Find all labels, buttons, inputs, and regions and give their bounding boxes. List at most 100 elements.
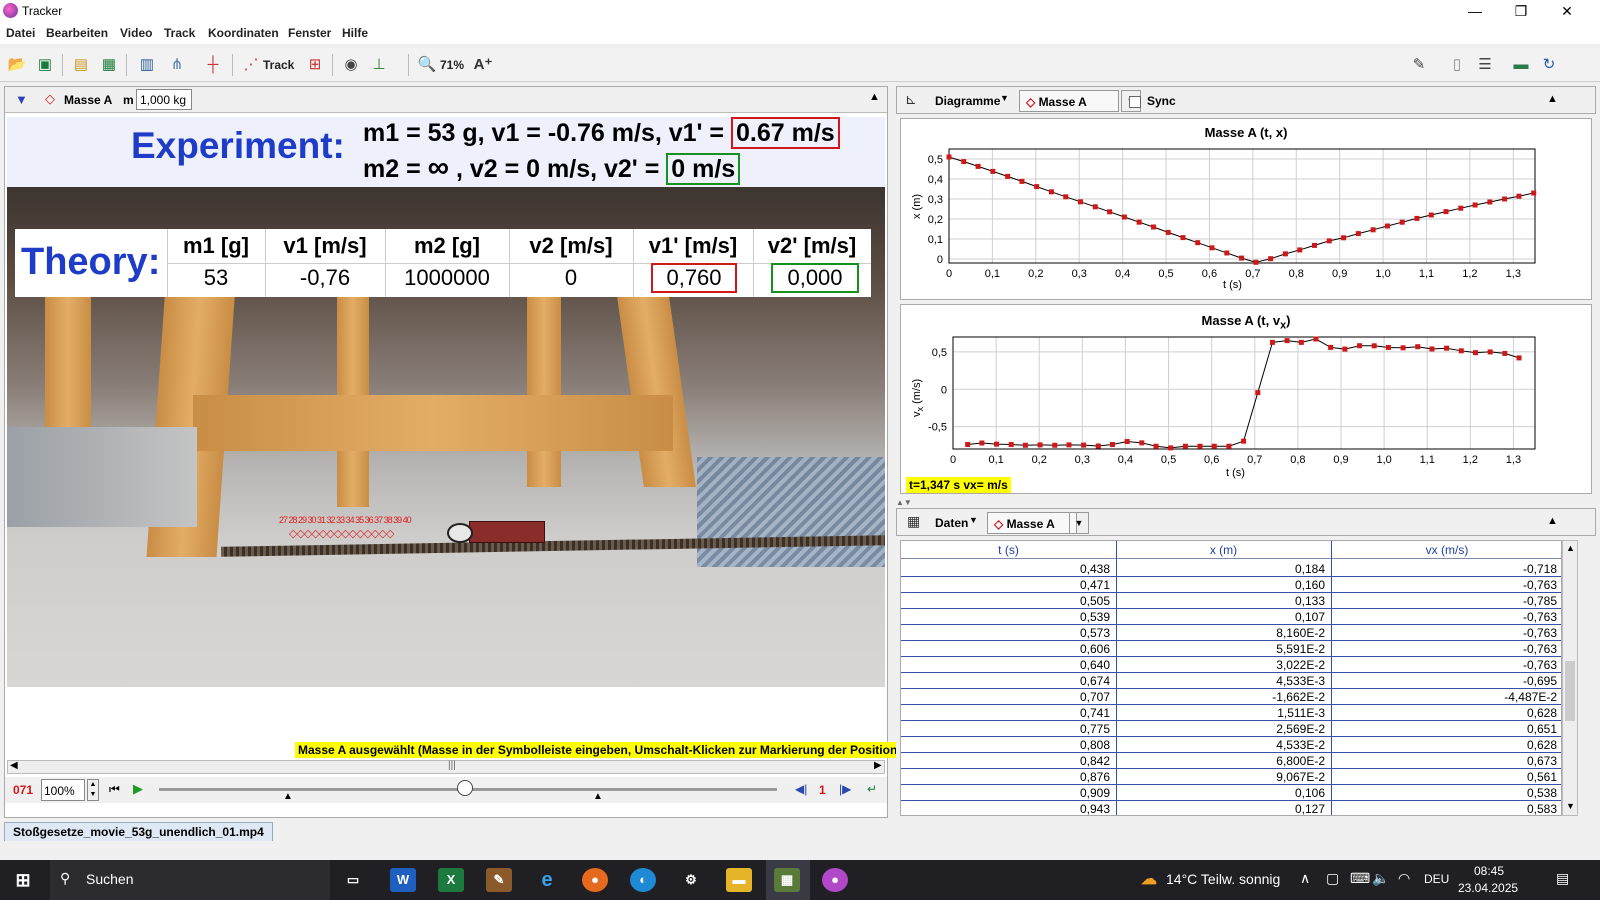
pencil-icon[interactable]: ✎ [1408, 54, 1430, 76]
data-track-dropdown[interactable]: ◇ Masse A [987, 512, 1077, 534]
volume-icon[interactable]: 🔈 [1372, 870, 1389, 887]
table-row[interactable]: 0,707 -1,662E-2 -4,487E-2 [901, 689, 1561, 705]
panel-splitter[interactable]: ▲▼ [896, 498, 1596, 507]
rate-spinner[interactable]: ▲ ▼ [87, 779, 99, 801]
reset-icon[interactable]: ⏮ [109, 782, 120, 797]
weather-icon[interactable]: ☁ [1136, 868, 1162, 892]
start-marker-icon[interactable]: ▲ [283, 791, 293, 802]
export-icon[interactable]: ▦ [98, 54, 120, 76]
tracker-logo-icon[interactable]: ● [822, 868, 848, 892]
zoom-icon[interactable]: 🔍 [416, 54, 438, 76]
clock-time[interactable]: 08:45 [1474, 864, 1504, 878]
ime-icon[interactable]: ⌨ [1350, 870, 1370, 887]
task-view-icon[interactable]: ▭ [340, 868, 366, 892]
scroll-right-icon[interactable]: ▶ [874, 760, 882, 771]
language-indicator[interactable]: DEU [1424, 872, 1449, 886]
open-folder-icon[interactable]: 📂 [6, 54, 28, 76]
position-plot[interactable]: Masse A (t, x) x (m) 0 0,1 0,2 0,3 0,4 0,5 0,6… [900, 118, 1592, 300]
calibration-tools-icon[interactable]: ⋔ [166, 54, 188, 76]
scroll-left-icon[interactable]: ◀ [10, 760, 18, 771]
menu-track[interactable]: Track [164, 26, 195, 40]
properties-icon[interactable]: ☰ [1474, 54, 1496, 76]
table-row[interactable]: 0,775 2,569E-2 0,651 [901, 721, 1561, 737]
menu-video[interactable]: Video [120, 26, 152, 40]
scroll-up-icon[interactable]: ▲ [1566, 543, 1575, 553]
loop-icon[interactable]: ↵ [867, 782, 877, 796]
scroll-thumb[interactable]: ||| [448, 760, 456, 771]
chevron-down-icon[interactable]: ▼ [1069, 512, 1089, 534]
table-row[interactable]: 0,539 0,107 -0,763 [901, 609, 1561, 625]
internet-explorer-icon[interactable]: e [534, 868, 560, 892]
step-forward-icon[interactable]: |▶ [839, 782, 851, 796]
word-icon[interactable]: W [390, 868, 416, 892]
search-box[interactable]: ⚲ Suchen [50, 860, 330, 900]
font-size-icon[interactable]: A⁺ [472, 54, 494, 76]
play-icon[interactable]: ▶ [133, 781, 143, 797]
file-explorer-icon[interactable]: ▬ [726, 868, 752, 892]
data-table[interactable]: t (s) x (m) vx (m/s) 0,438 0,184 -0,718 0,4… [900, 540, 1562, 816]
track-button[interactable]: Track [263, 58, 294, 72]
collapse-icon[interactable]: ▲ [869, 91, 880, 103]
table-row[interactable]: 0,438 0,184 -0,718 [901, 561, 1561, 577]
excel-icon[interactable]: X [438, 868, 464, 892]
table-row[interactable]: 0,741 1,511E-3 0,628 [901, 705, 1561, 721]
column-header-x[interactable]: x (m) [1116, 541, 1331, 559]
refresh-icon[interactable]: ↻ [1538, 54, 1560, 76]
plot-track-dropdown[interactable]: ◇ Masse A [1019, 90, 1119, 112]
step-size[interactable]: 1 [819, 783, 826, 797]
file-tab[interactable]: Stoßgesetze_movie_53g_unendlich_01.mp4 [4, 822, 273, 841]
close-button[interactable]: ✕ [1544, 0, 1590, 22]
clock-date[interactable]: 23.04.2025 [1458, 881, 1518, 895]
zoom-level[interactable]: 71% [440, 58, 464, 72]
windows-start-icon[interactable]: ⊞ [10, 868, 36, 892]
menu-hilfe[interactable]: Hilfe [342, 26, 368, 40]
table-row[interactable]: 0,876 9,067E-2 0,561 [901, 769, 1561, 785]
wifi-icon[interactable]: ◠ [1398, 870, 1410, 887]
horizontal-scrollbar[interactable]: ◀ ||| ▶ [7, 760, 885, 774]
eye-icon[interactable]: ◉ [340, 54, 362, 76]
notifications-icon[interactable]: ▤ [1556, 870, 1569, 887]
menu-bearbeiten[interactable]: Bearbeiten [46, 26, 108, 40]
menu-datei[interactable]: Datei [6, 26, 35, 40]
edge-icon[interactable]: ◐ [630, 868, 656, 892]
scroll-thumb[interactable] [1565, 661, 1575, 721]
table-row[interactable]: 0,505 0,133 -0,785 [901, 593, 1561, 609]
track-markers[interactable]: ◇◇◇◇◇◇◇◇◇◇◇◇◇◇ [289, 527, 394, 540]
scroll-down-icon[interactable]: ▼ [1566, 801, 1575, 811]
playback-slider-thumb[interactable] [457, 780, 473, 796]
track-dropdown-icon[interactable]: ▼ [15, 92, 28, 107]
velocity-plot[interactable]: Masse A (t, vx) vx (m/s) 0 0,1 0,2 0,3 0,4 0,… [900, 304, 1592, 494]
column-header-t[interactable]: t (s) [901, 541, 1116, 559]
axes-icon[interactable]: ┼ [202, 54, 224, 76]
mass-input[interactable]: 1,000 kg [136, 89, 192, 110]
table-row[interactable]: 0,842 6,800E-2 0,673 [901, 753, 1561, 769]
menu-koordinaten[interactable]: Koordinaten [208, 26, 279, 40]
maximize-button[interactable]: ❐ [1498, 0, 1544, 22]
playback-rate-input[interactable]: 100% [41, 779, 85, 801]
weather-text[interactable]: 14°C Teilw. sonnig [1166, 871, 1280, 887]
minimize-button[interactable]: — [1452, 0, 1498, 22]
notes-icon[interactable]: ▯ [1446, 54, 1468, 76]
table-row[interactable]: 0,471 0,160 -0,763 [901, 577, 1561, 593]
table-row[interactable]: 0,640 3,022E-2 -0,763 [901, 657, 1561, 673]
video-view[interactable]: Experiment: m1 = 53 g, v1 = -0.76 m/s, v… [7, 117, 885, 687]
table-row[interactable]: 0,943 0,127 0,583 [901, 801, 1561, 815]
app-icon[interactable]: ⚙ [678, 868, 704, 892]
table-row[interactable]: 0,674 4,533E-3 -0,695 [901, 673, 1561, 689]
track-points-icon[interactable]: ⋰ [240, 54, 262, 76]
column-header-vx[interactable]: vx (m/s) [1331, 541, 1561, 559]
plots-view-dropdown[interactable]: Diagramme [935, 94, 1000, 108]
trails-icon[interactable]: ⊥ [368, 54, 390, 76]
collapse-icon[interactable]: ▲ [1547, 515, 1558, 527]
chevron-up-icon[interactable]: ∧ [1300, 870, 1310, 887]
collapse-icon[interactable]: ▲ [1547, 93, 1558, 105]
chevron-down-icon[interactable]: ▼ [969, 515, 978, 525]
end-marker-icon[interactable]: ▲ [593, 791, 603, 802]
ruler-icon[interactable]: ▬ [1510, 54, 1532, 76]
menu-fenster[interactable]: Fenster [288, 26, 331, 40]
track-name[interactable]: Masse A [64, 93, 112, 107]
chevron-down-icon[interactable]: ▼ [1000, 93, 1009, 103]
table-scrollbar[interactable]: ▲ ▼ [1562, 540, 1578, 816]
step-back-icon[interactable]: ◀| [795, 782, 807, 796]
tracker-app-icon[interactable]: ▦ [774, 868, 800, 892]
